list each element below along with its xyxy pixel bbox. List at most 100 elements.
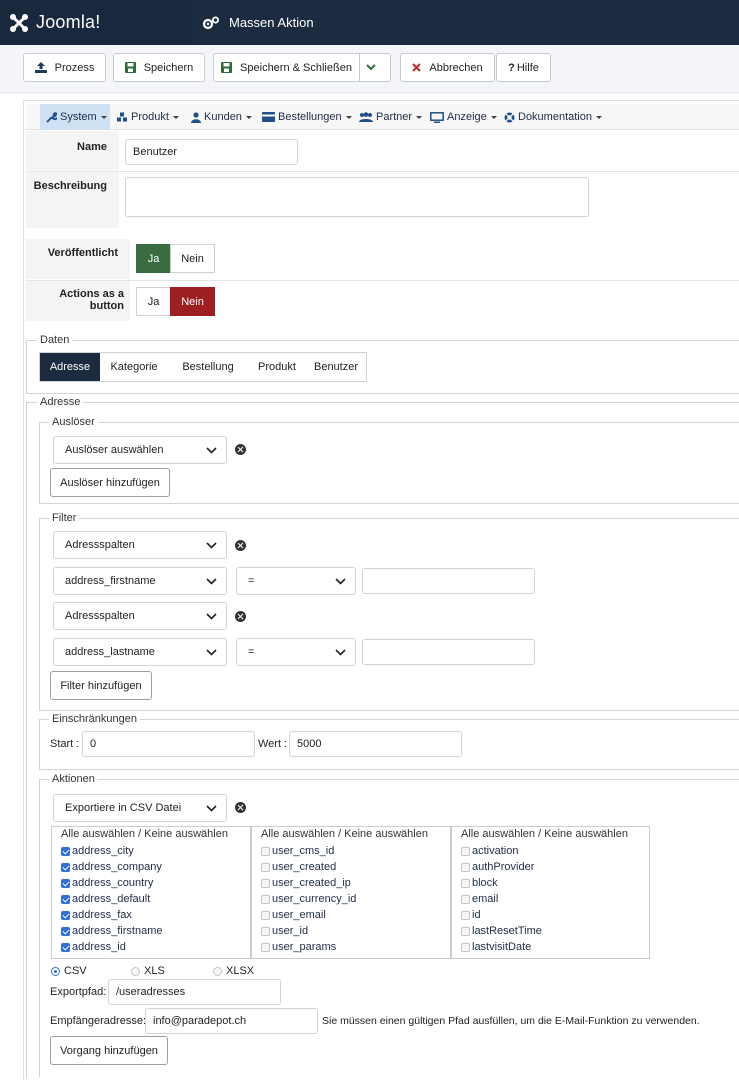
published-no-toggle[interactable]: Nein (170, 244, 215, 273)
filter-operator-select[interactable]: = (236, 638, 356, 666)
menu-anzeige[interactable]: Anzeige (430, 104, 497, 130)
filter-field-select[interactable]: address_firstname (53, 567, 227, 595)
button-yes-toggle[interactable]: Ja (136, 287, 171, 316)
checkbox[interactable] (61, 878, 70, 888)
checkbox[interactable] (461, 862, 470, 872)
checkbox[interactable] (461, 894, 470, 904)
menu-kunden[interactable]: Kunden (191, 104, 252, 130)
checkbox[interactable] (261, 878, 270, 888)
list-item[interactable]: address_city (61, 843, 134, 859)
select-all-toggle[interactable]: Alle auswählen / Keine auswählen (261, 828, 428, 840)
checkbox[interactable] (461, 942, 470, 952)
button-no-toggle[interactable]: Nein (170, 287, 215, 316)
start-input[interactable]: 0 (82, 731, 255, 757)
filter-field-select[interactable]: address_lastname (53, 638, 227, 666)
cancel-button[interactable]: Abbrechen (400, 53, 495, 82)
list-item[interactable]: lastvisitDate (461, 939, 531, 955)
filter-column-select[interactable]: Adressspalten (53, 602, 227, 630)
list-item[interactable]: address_firstname (61, 923, 163, 939)
recipient-email-input[interactable]: info@paradepot.ch (145, 1008, 318, 1034)
save-close-button[interactable]: Speichern & Schließen (213, 53, 360, 82)
list-item[interactable]: address_default (61, 891, 150, 907)
joomla-logo[interactable]: Joomla! (0, 0, 193, 45)
menu-system[interactable]: System (40, 104, 110, 130)
select-all-toggle[interactable]: Alle auswählen / Keine auswählen (461, 828, 628, 840)
checkbox[interactable] (61, 910, 70, 920)
format-radio-csv[interactable]: CSV (51, 965, 87, 977)
filter-operator-select[interactable]: = (236, 567, 356, 595)
checkbox[interactable] (61, 846, 70, 856)
radio[interactable] (131, 966, 140, 976)
list-item[interactable]: user_id (261, 923, 308, 939)
format-radio-xlsx[interactable]: XLSX (213, 965, 254, 977)
menu-produkt[interactable]: Produkt (116, 104, 179, 130)
list-item[interactable]: address_country (61, 875, 153, 891)
add-trigger-button[interactable]: Auslöser hinzufügen (50, 468, 170, 497)
radio-selected[interactable] (51, 966, 60, 976)
remove-filter-icon[interactable] (235, 611, 246, 622)
tab-produkt[interactable]: Produkt (248, 353, 306, 381)
tab-adresse[interactable]: Adresse (40, 353, 100, 381)
tab-benutzer[interactable]: Benutzer (306, 353, 366, 381)
tab-kategorie[interactable]: Kategorie (100, 353, 168, 381)
tab-bestellung[interactable]: Bestellung (168, 353, 248, 381)
list-item[interactable]: address_fax (61, 907, 132, 923)
checkbox[interactable] (61, 942, 70, 952)
menu-bestellungen[interactable]: Bestellungen (262, 104, 352, 130)
value-input[interactable]: 5000 (289, 731, 462, 757)
checkbox[interactable] (261, 910, 270, 920)
published-label: Veröffentlicht (26, 239, 130, 279)
list-item[interactable]: email (461, 891, 498, 907)
description-textarea[interactable] (125, 177, 589, 217)
checkbox[interactable] (261, 862, 270, 872)
list-item[interactable]: block (461, 875, 498, 891)
filter-value-input[interactable] (362, 639, 535, 665)
checkbox[interactable] (461, 910, 470, 920)
value-label: Wert : (258, 738, 288, 750)
list-item[interactable]: authProvider (461, 859, 534, 875)
list-item[interactable]: lastResetTime (461, 923, 542, 939)
filter-value-input[interactable] (362, 568, 535, 594)
remove-filter-icon[interactable] (235, 540, 246, 551)
list-item[interactable]: user_created (261, 859, 336, 875)
list-item[interactable]: user_email (261, 907, 326, 923)
filter-column-select[interactable]: Adressspalten (53, 531, 227, 559)
process-button[interactable]: Prozess (23, 53, 106, 82)
list-item[interactable]: user_params (261, 939, 336, 955)
list-item[interactable]: id (461, 907, 481, 923)
checkbox[interactable] (261, 942, 270, 952)
help-button[interactable]: ? Hilfe (496, 53, 551, 82)
add-filter-button[interactable]: Filter hinzufügen (50, 671, 152, 700)
checkbox[interactable] (261, 846, 270, 856)
checkbox[interactable] (261, 894, 270, 904)
radio[interactable] (213, 966, 222, 976)
checkbox[interactable] (461, 926, 470, 936)
format-radio-xls[interactable]: XLS (131, 965, 165, 977)
add-action-button[interactable]: Vorgang hinzufügen (50, 1036, 168, 1065)
action-select[interactable]: Exportiere in CSV Datei (53, 794, 227, 822)
checkbox[interactable] (61, 926, 70, 936)
list-item[interactable]: activation (461, 843, 518, 859)
menu-partner[interactable]: Partner (359, 104, 423, 130)
save-options-dropdown-button[interactable] (359, 53, 391, 82)
select-all-toggle[interactable]: Alle auswählen / Keine auswählen (61, 828, 228, 840)
checkbox[interactable] (461, 846, 470, 856)
published-yes-toggle[interactable]: Ja (136, 244, 171, 273)
checkbox[interactable] (61, 862, 70, 872)
save-button[interactable]: Speichern (113, 53, 205, 82)
name-input[interactable]: Benutzer (125, 139, 298, 165)
trigger-select[interactable]: Auslöser auswählen (53, 436, 227, 464)
list-item[interactable]: user_cms_id (261, 843, 334, 859)
list-item[interactable]: user_currency_id (261, 891, 356, 907)
list-item[interactable]: address_id (61, 939, 126, 955)
menu-dokumentation[interactable]: Dokumentation (504, 104, 602, 130)
users-icon (359, 112, 373, 122)
list-item[interactable]: address_company (61, 859, 162, 875)
remove-trigger-icon[interactable] (235, 444, 246, 455)
list-item[interactable]: user_created_ip (261, 875, 351, 891)
remove-action-icon[interactable] (235, 802, 246, 813)
checkbox[interactable] (61, 894, 70, 904)
checkbox[interactable] (461, 878, 470, 888)
export-path-input[interactable]: /useradresses (108, 979, 281, 1005)
checkbox[interactable] (261, 926, 270, 936)
